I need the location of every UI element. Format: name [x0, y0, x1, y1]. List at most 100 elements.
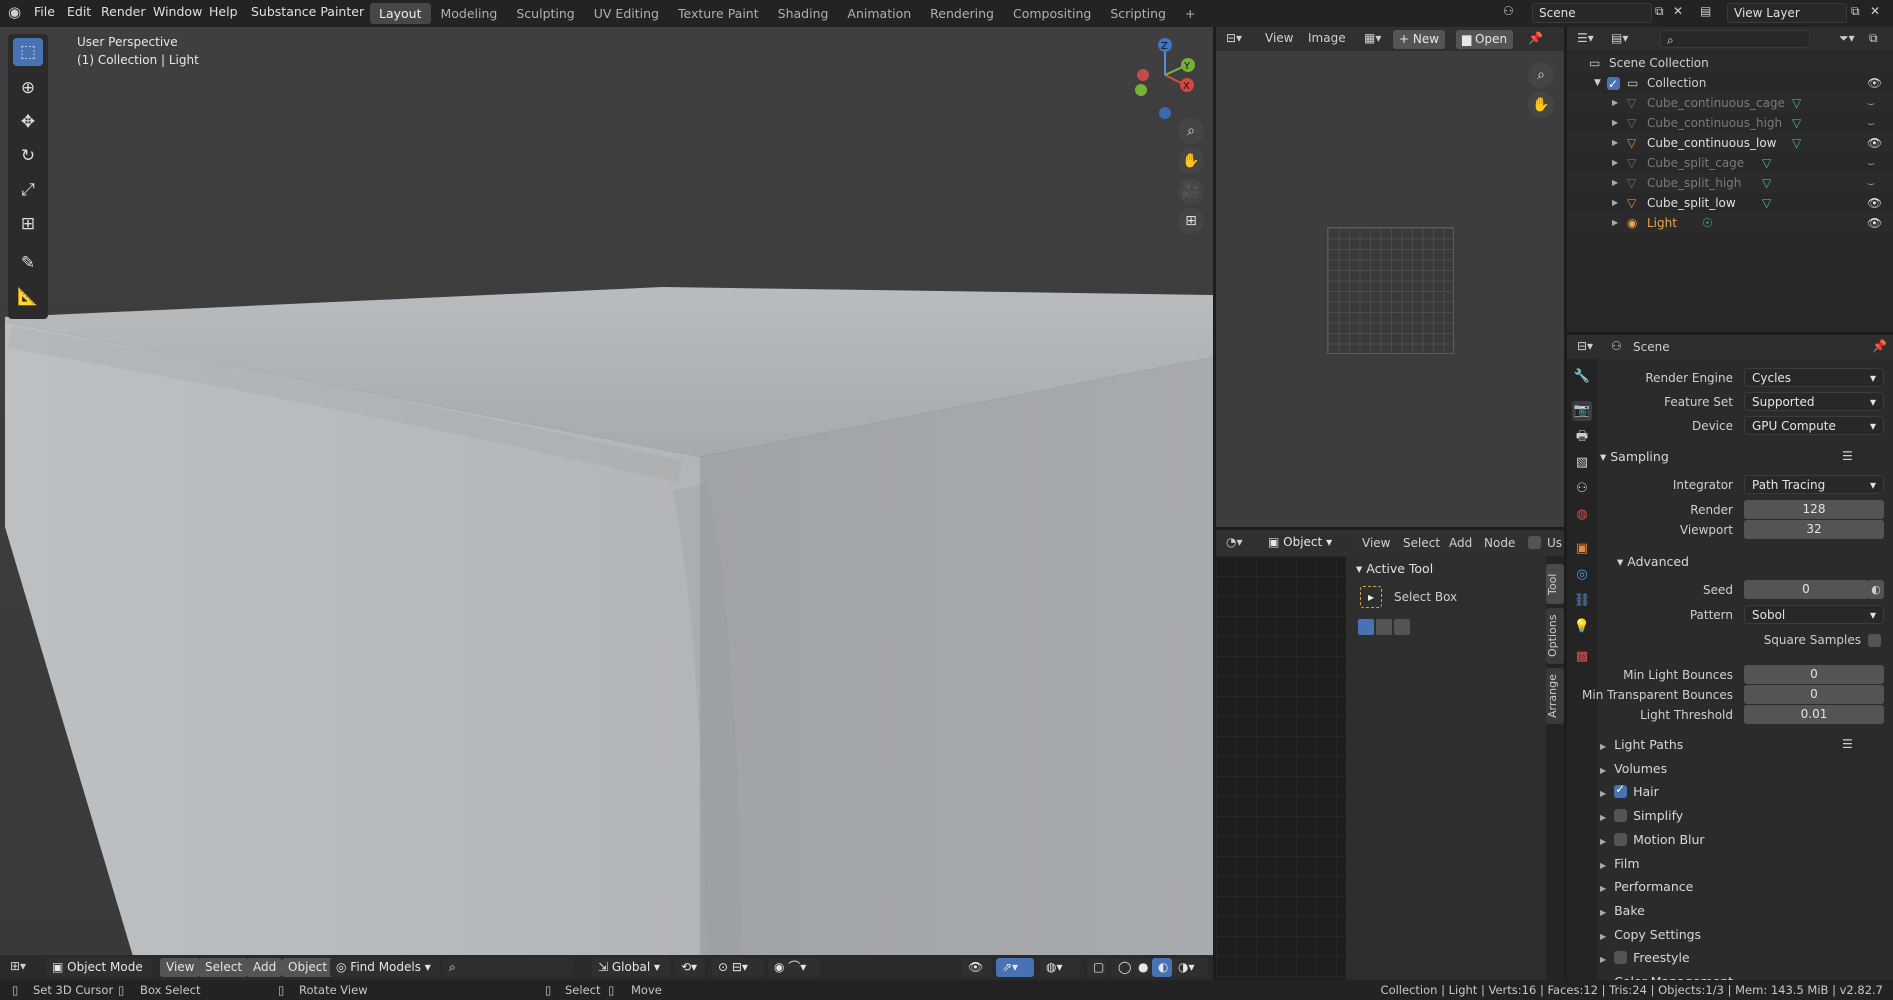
panel-enable-checkbox[interactable]: [1614, 832, 1628, 846]
new-image-button[interactable]: + New: [1393, 30, 1446, 49]
delete-scene-icon[interactable]: ✕: [1673, 4, 1683, 18]
light-paths-presets-icon[interactable]: ☰: [1842, 737, 1853, 751]
sampling-panel-header[interactable]: ▾ Sampling: [1600, 449, 1669, 464]
tab-shading[interactable]: Shading: [769, 3, 838, 24]
scene-field[interactable]: Scene: [1532, 3, 1652, 23]
view-layer-tab-icon[interactable]: ▧: [1572, 453, 1592, 473]
rotate-tool-icon[interactable]: ↻: [13, 142, 43, 170]
image-zoom-icon[interactable]: ⌕: [1528, 62, 1554, 88]
blender-logo-icon[interactable]: ◉: [8, 3, 21, 21]
panel-enable-checkbox[interactable]: [1614, 951, 1628, 965]
outliner-item[interactable]: ▶ ▽ Cube_split_high ▽ ⌣: [1567, 173, 1893, 193]
panel-enable-checkbox[interactable]: [1614, 809, 1628, 823]
select-menu[interactable]: Select: [199, 958, 249, 977]
proportional-edit-icon[interactable]: ◉ ⌒▾: [768, 958, 820, 977]
zoom-view-icon[interactable]: ⌕: [1178, 118, 1204, 144]
move-tool-icon[interactable]: ✥: [13, 108, 43, 136]
node-view-menu[interactable]: View: [1362, 536, 1390, 550]
outliner-item[interactable]: ▶ ▽ Cube_continuous_cage ▽ ⌣: [1567, 93, 1893, 113]
add-menu[interactable]: Add: [247, 958, 283, 977]
gizmo-toggle-icon[interactable]: ⇗▾: [996, 958, 1034, 977]
tab-scripting[interactable]: Scripting: [1101, 3, 1175, 24]
menu-edit[interactable]: Edit: [67, 4, 91, 19]
menu-window[interactable]: Window: [153, 4, 202, 19]
image-image-menu[interactable]: Image: [1308, 31, 1346, 45]
annotate-tool-icon[interactable]: ✎: [13, 249, 43, 277]
tab-rendering[interactable]: Rendering: [921, 3, 1003, 24]
outliner-item[interactable]: ▶ ▽ Cube_continuous_high ▽ ⌣: [1567, 113, 1893, 133]
hidden-icon[interactable]: ⌣: [1867, 153, 1875, 173]
mesh-data-icon[interactable]: ▽: [1762, 153, 1771, 173]
expand-item-icon[interactable]: ▶: [1612, 93, 1618, 113]
collection-visibility-icon[interactable]: 👁: [1867, 73, 1882, 93]
mode-select[interactable]: ▣ Object Mode ▾: [46, 958, 152, 991]
advanced-panel-header[interactable]: ▾ Advanced: [1617, 554, 1689, 569]
collection-enable-checkbox[interactable]: [1607, 74, 1620, 94]
outliner-search-input[interactable]: ⌕: [1660, 30, 1810, 48]
shading-solid-icon[interactable]: ●: [1132, 958, 1152, 977]
visibility-icon[interactable]: 👁▾: [962, 958, 992, 991]
ortho-toggle-icon[interactable]: ⊞: [1178, 208, 1204, 234]
object-tab-icon[interactable]: ▣: [1572, 539, 1592, 559]
panel-volumes[interactable]: ▶ Volumes: [1600, 761, 1667, 776]
menu-file[interactable]: File: [34, 4, 55, 19]
hidden-icon[interactable]: ⌣: [1867, 173, 1875, 193]
menu-substance-painter[interactable]: Substance Painter: [251, 4, 364, 19]
outliner-collection[interactable]: ▼ ▭ Collection 👁: [1567, 73, 1893, 94]
new-collection-icon[interactable]: ⧉: [1869, 31, 1878, 46]
viewport-samples-field[interactable]: 32: [1744, 520, 1884, 539]
select-mode-subtract-icon[interactable]: [1394, 619, 1410, 635]
expand-item-icon[interactable]: ▶: [1612, 133, 1618, 153]
pin-icon[interactable]: 📌: [1528, 31, 1543, 45]
expand-item-icon[interactable]: ▶: [1612, 153, 1618, 173]
expand-item-icon[interactable]: ▶: [1612, 213, 1618, 233]
min-transparent-bounces-field[interactable]: 0: [1744, 685, 1884, 704]
pan-view-icon[interactable]: ✋: [1178, 148, 1204, 174]
render-samples-field[interactable]: 128: [1744, 500, 1884, 519]
node-add-menu[interactable]: Add: [1449, 536, 1472, 550]
texture-tab-icon[interactable]: ▩: [1572, 647, 1592, 667]
panel-hair[interactable]: ▶ Hair: [1600, 782, 1659, 799]
active-tool-header[interactable]: ▾ Active Tool: [1356, 561, 1433, 576]
add-workspace-icon[interactable]: +: [1176, 3, 1204, 24]
find-models-button[interactable]: ◎ Find Models ▾: [330, 958, 440, 977]
delete-view-layer-icon[interactable]: ✕: [1870, 4, 1880, 18]
render-engine-dropdown[interactable]: Cycles ▾: [1744, 368, 1884, 387]
node-object-select[interactable]: ▣ Object ▾: [1262, 533, 1352, 552]
panel-light-paths[interactable]: ▶ Light Paths: [1600, 737, 1683, 752]
light-data-icon[interactable]: ☉: [1702, 213, 1713, 233]
scale-tool-icon[interactable]: ⤢: [13, 176, 43, 204]
panel-enable-checkbox[interactable]: [1614, 782, 1628, 799]
visibility-icon[interactable]: 👁: [1867, 193, 1882, 213]
panel-motion-blur[interactable]: ▶ Motion Blur: [1600, 832, 1705, 847]
transform-orientation-select[interactable]: ⇲ Global ▾: [592, 958, 670, 977]
tab-uv-editing[interactable]: UV Editing: [585, 3, 668, 24]
pivot-icon[interactable]: ⟲▾: [675, 958, 705, 977]
device-dropdown[interactable]: GPU Compute ▾: [1744, 416, 1884, 435]
editor-type-icon[interactable]: ⊞▾: [10, 959, 26, 973]
image-view-menu[interactable]: View: [1265, 31, 1293, 45]
tab-animation[interactable]: Animation: [838, 3, 920, 24]
display-mode-icon[interactable]: ▤▾: [1611, 31, 1628, 45]
outliner-item[interactable]: ▶ ◉ Light ☉ 👁: [1567, 213, 1893, 233]
new-view-layer-icon[interactable]: ⧉: [1851, 4, 1860, 19]
panel-performance[interactable]: ▶ Performance: [1600, 879, 1693, 894]
expand-item-icon[interactable]: ▶: [1612, 173, 1618, 193]
visibility-icon[interactable]: 👁: [1867, 133, 1882, 153]
pattern-dropdown[interactable]: Sobol ▾: [1744, 605, 1884, 624]
select-mode-new-icon[interactable]: [1358, 619, 1374, 635]
view-layer-icon[interactable]: ▤: [1700, 4, 1711, 18]
integrator-dropdown[interactable]: Path Tracing ▾: [1744, 475, 1884, 494]
mesh-data-icon[interactable]: ▽: [1792, 93, 1801, 113]
mesh-data-icon[interactable]: ▽: [1762, 193, 1771, 213]
outliner-type-icon[interactable]: ☰▾: [1577, 31, 1594, 45]
camera-view-icon[interactable]: 🎥: [1178, 178, 1204, 204]
expand-collection-icon[interactable]: ▼: [1594, 73, 1601, 93]
outliner-item[interactable]: ▶ ▽ Cube_continuous_low ▽ 👁: [1567, 133, 1893, 153]
properties-type-icon[interactable]: ⊟▾: [1577, 339, 1593, 353]
shading-wireframe-icon[interactable]: ◯: [1112, 958, 1132, 977]
expand-item-icon[interactable]: ▶: [1612, 193, 1618, 213]
shading-material-icon[interactable]: ◐: [1152, 958, 1172, 977]
tab-sculpting[interactable]: Sculpting: [507, 3, 583, 24]
square-samples-checkbox[interactable]: [1868, 634, 1881, 647]
